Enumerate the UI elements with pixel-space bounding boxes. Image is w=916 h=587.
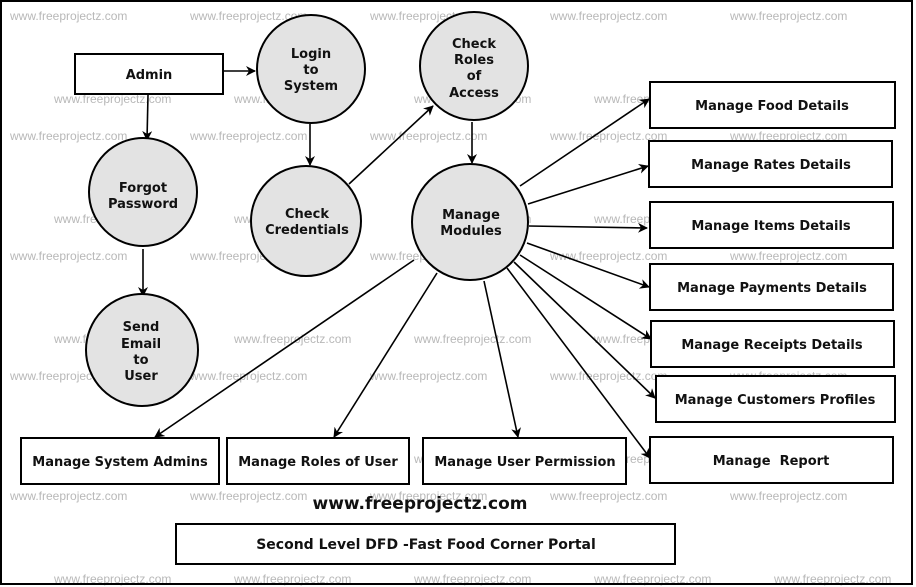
dfd-diagram: Admin Manage Food Details Manage Rates D…	[0, 0, 913, 585]
process-send-email-label-4: User	[124, 369, 158, 384]
arrow-to-permission	[483, 280, 521, 438]
arrow-to-roles-of-user	[333, 272, 438, 438]
process-check-roles-label-2: Roles	[454, 53, 494, 68]
process-manage-modules-label-2: Modules	[440, 224, 502, 239]
process-login-label-2: to	[303, 63, 318, 78]
entity-manage-items-label: Manage Items Details	[691, 219, 851, 234]
process-manage-modules-label-1: Manage	[442, 208, 500, 223]
arrow-to-rates	[527, 163, 649, 205]
process-login-label-3: System	[284, 79, 338, 94]
diagram-title: Second Level DFD -Fast Food Corner Porta…	[256, 537, 596, 553]
entity-manage-permission-label: Manage User Permission	[434, 455, 615, 470]
entity-manage-food-label: Manage Food Details	[695, 99, 849, 114]
entity-manage-customers-label: Manage Customers Profiles	[675, 393, 876, 408]
entity-manage-system-admins-label: Manage System Admins	[32, 455, 208, 470]
process-forgot-password-label-2: Password	[108, 197, 178, 212]
process-send-email-label-1: Send	[123, 320, 160, 335]
arrow-to-items	[528, 222, 648, 233]
arrow-to-payments	[526, 242, 650, 289]
entity-manage-roles-label: Manage Roles of User	[238, 455, 398, 470]
arrow-to-receipts	[519, 254, 652, 340]
entity-manage-rates-label: Manage Rates Details	[691, 158, 851, 173]
process-send-email-label-2: Email	[121, 337, 161, 352]
process-forgot-password-label-1: Forgot	[119, 181, 167, 196]
process-check-roles-label-3: of	[467, 69, 482, 84]
process-check-roles-label-1: Check	[452, 37, 496, 52]
entity-manage-payments-label: Manage Payments Details	[677, 281, 867, 296]
process-check-credentials-label-2: Credentials	[265, 223, 349, 238]
entity-admin-label: Admin	[126, 68, 173, 83]
process-check-roles-label-4: Access	[449, 86, 499, 101]
website-label: www.freeprojectz.com	[313, 494, 528, 514]
process-login-label-1: Login	[291, 47, 331, 62]
arrow-admin-to-forgot	[142, 94, 153, 141]
arrow-to-customers	[513, 261, 656, 399]
arrow-to-food	[519, 98, 650, 187]
arrow-to-report	[506, 267, 651, 459]
process-send-email-label-3: to	[133, 353, 148, 368]
process-check-credentials-label-1: Check	[285, 207, 329, 222]
entity-manage-receipts-label: Manage Receipts Details	[681, 338, 862, 353]
dfd-canvas: www.freeprojectz.com www.freeprojectz.com…	[0, 0, 916, 587]
arrow-credentials-to-roles	[348, 105, 434, 185]
entity-manage-report-label: Manage Report	[713, 454, 830, 469]
